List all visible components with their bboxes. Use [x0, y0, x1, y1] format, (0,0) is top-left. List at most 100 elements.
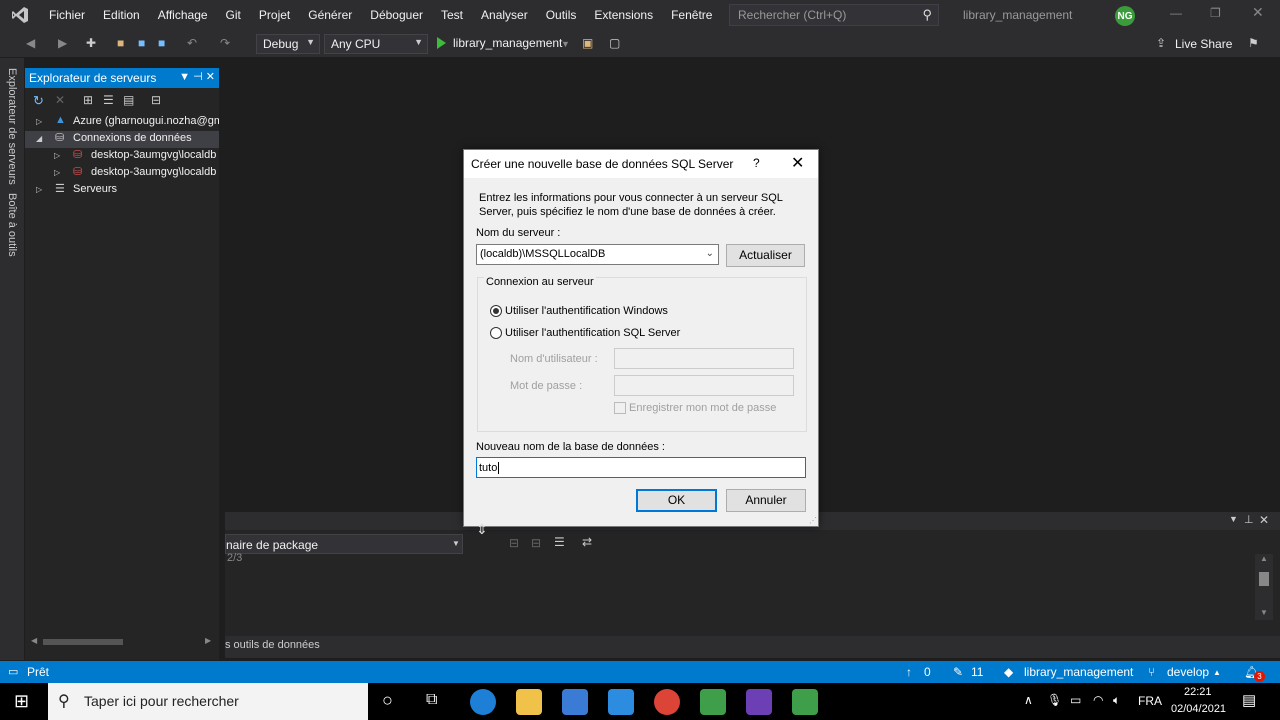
screenshot-icon[interactable]: ▢ — [609, 36, 620, 50]
branch-name[interactable]: develop — [1167, 665, 1209, 679]
menu-git[interactable]: Git — [217, 0, 250, 30]
menu-extensions[interactable]: Extensions — [585, 0, 662, 30]
help-button[interactable]: ? — [753, 156, 760, 170]
connect-azure-icon[interactable]: ▤ — [123, 93, 134, 107]
volume-icon[interactable]: 🔈︎ — [1113, 693, 1120, 708]
menu-fenetre[interactable]: Fenêtre — [662, 0, 721, 30]
mail-icon[interactable] — [608, 689, 634, 715]
play-icon[interactable] — [437, 37, 446, 49]
menu-generer[interactable]: Générer — [299, 0, 361, 30]
branch-dropdown-icon[interactable]: ▲ — [1213, 668, 1221, 677]
server-name-select[interactable]: (localdb)\MSSQLLocalDB ⌄ — [476, 244, 719, 265]
feedback-icon[interactable]: ⚑ — [1248, 36, 1259, 50]
undo-icon[interactable]: ↶ — [187, 36, 197, 50]
scroll-up-icon[interactable]: ▲ — [1260, 554, 1268, 563]
tree-item-azure[interactable]: ▷ ▲ Azure (gharnougui.nozha@gm — [25, 114, 219, 131]
sql-auth-label[interactable]: Utiliser l'authentification SQL Server — [505, 326, 680, 340]
windows-auth-radio[interactable] — [490, 305, 502, 317]
camtasia-icon[interactable] — [700, 689, 726, 715]
scroll-right-icon[interactable]: ▶ — [205, 636, 211, 645]
panel-menu-icon[interactable]: ▼ — [179, 71, 190, 83]
pin-icon[interactable]: ⊣ — [193, 71, 203, 83]
refresh-icon[interactable]: ↻ — [33, 93, 44, 109]
vertical-scrollbar[interactable]: ▲ ▼ — [1255, 554, 1273, 620]
windows-auth-label[interactable]: Utiliser l'authentification Windows — [505, 304, 668, 318]
menu-test[interactable]: Test — [432, 0, 472, 30]
menu-projet[interactable]: Projet — [250, 0, 299, 30]
action-center-icon[interactable]: ▤ — [1242, 691, 1256, 709]
config-select[interactable]: Debug ▼ — [256, 34, 320, 54]
chrome-icon[interactable] — [654, 689, 680, 715]
password-field[interactable] — [614, 375, 794, 396]
edge-icon[interactable] — [470, 689, 496, 715]
tab-toolbox[interactable]: Boîte à outils — [6, 193, 18, 257]
live-share-icon[interactable]: ⇪ — [1156, 36, 1166, 50]
maximize-icon[interactable]: ❐ — [1210, 6, 1221, 20]
input-language[interactable]: FRA — [1138, 694, 1162, 708]
minimize-icon[interactable]: — — [1170, 6, 1182, 20]
db-name-input[interactable]: tuto — [476, 457, 806, 478]
scroll-thumb[interactable] — [43, 639, 123, 645]
close-window-icon[interactable]: ✕ — [1252, 4, 1264, 21]
cancel-button[interactable]: Annuler — [726, 489, 806, 512]
list-icon[interactable]: ☰ — [554, 535, 565, 549]
stop-icon[interactable]: ⊟ — [531, 536, 541, 550]
taskbar-search-input[interactable]: ⚲ Taper ici pour rechercher — [48, 683, 368, 720]
tree-item-data-connections[interactable]: ◢ ⛁ Connexions de données — [25, 131, 219, 148]
menu-fichier[interactable]: Fichier — [40, 0, 94, 30]
ok-button[interactable]: OK — [636, 489, 717, 512]
save-all-icon[interactable]: ■ — [158, 36, 165, 50]
visual-studio-logo-icon[interactable] — [0, 0, 40, 30]
wrap-icon[interactable]: ⇄ — [582, 535, 592, 549]
live-share-button[interactable]: Live Share — [1175, 37, 1232, 51]
redo-icon[interactable]: ↷ — [220, 36, 230, 50]
menu-outils[interactable]: Outils — [537, 0, 586, 30]
sql-auth-radio[interactable] — [490, 327, 502, 339]
menu-affichage[interactable]: Affichage — [149, 0, 217, 30]
new-project-icon[interactable]: ✚ — [86, 36, 96, 50]
browse-folder-icon[interactable]: ▣ — [582, 36, 593, 50]
pending-changes[interactable]: 11 — [971, 665, 983, 679]
menu-edition[interactable]: Edition — [94, 0, 149, 30]
microphone-icon[interactable]: 🎙︎ — [1047, 693, 1062, 707]
cortana-icon[interactable]: ○ — [382, 690, 393, 711]
run-target-dropdown-icon[interactable]: ▼ — [561, 39, 570, 49]
connect-server-icon[interactable]: ☰ — [103, 93, 114, 107]
save-password-checkbox[interactable] — [614, 402, 626, 414]
tab-data-tools[interactable]: s outils de données — [225, 639, 320, 651]
platform-select[interactable]: Any CPU ▼ — [324, 34, 428, 54]
properties-icon[interactable]: ⊟ — [151, 93, 161, 107]
forward-icon[interactable]: ▶ — [58, 36, 67, 50]
visual-studio-taskbar-icon[interactable] — [746, 689, 772, 715]
connect-database-icon[interactable]: ⊞ — [83, 93, 93, 107]
menu-deboguer[interactable]: Déboguer — [361, 0, 432, 30]
camtasia-recorder-icon[interactable] — [792, 689, 818, 715]
wifi-icon[interactable]: ◠ — [1093, 693, 1103, 707]
clock-date[interactable]: 02/04/2021 — [1171, 703, 1226, 715]
tree-item-localdb-2[interactable]: ▷ ⛁ desktop-3aumgvg\localdb — [25, 165, 219, 182]
pending-commits[interactable]: 0 — [924, 665, 931, 679]
panel-close-icon[interactable]: ✕ — [1259, 513, 1269, 527]
pin-icon[interactable]: ⊥ — [1244, 513, 1254, 526]
battery-icon[interactable]: ▭ — [1070, 693, 1081, 707]
tree-item-servers[interactable]: ▷ ☰ Serveurs — [25, 182, 219, 199]
save-icon[interactable]: ■ — [138, 36, 145, 50]
clock-time[interactable]: 22:21 — [1184, 686, 1212, 698]
menu-analyser[interactable]: Analyser — [472, 0, 537, 30]
tray-expand-icon[interactable]: ∧ — [1024, 693, 1033, 707]
expand-icon[interactable]: ▷ — [54, 168, 60, 177]
store-icon[interactable] — [562, 689, 588, 715]
panel-menu-icon[interactable]: ▼ — [1229, 514, 1238, 524]
repository-name[interactable]: library_management — [1024, 665, 1133, 679]
scroll-thumb[interactable] — [1259, 572, 1269, 586]
refresh-button[interactable]: Actualiser — [726, 244, 805, 267]
collapse-icon[interactable]: ◢ — [36, 134, 42, 143]
back-icon[interactable]: ◀ — [26, 36, 35, 50]
tab-server-explorer[interactable]: Explorateur de serveurs — [6, 68, 18, 185]
stop-icon[interactable]: ✕ — [55, 93, 65, 107]
scroll-down-icon[interactable]: ▼ — [1260, 608, 1268, 617]
package-source-select[interactable]: naire de package ▼ — [225, 534, 463, 554]
global-search-input[interactable]: Rechercher (Ctrl+Q) ⚲ — [729, 4, 939, 26]
tree-item-localdb-1[interactable]: ▷ ⛁ desktop-3aumgvg\localdb — [25, 148, 219, 165]
clear-icon[interactable]: ⊟ — [509, 536, 519, 550]
